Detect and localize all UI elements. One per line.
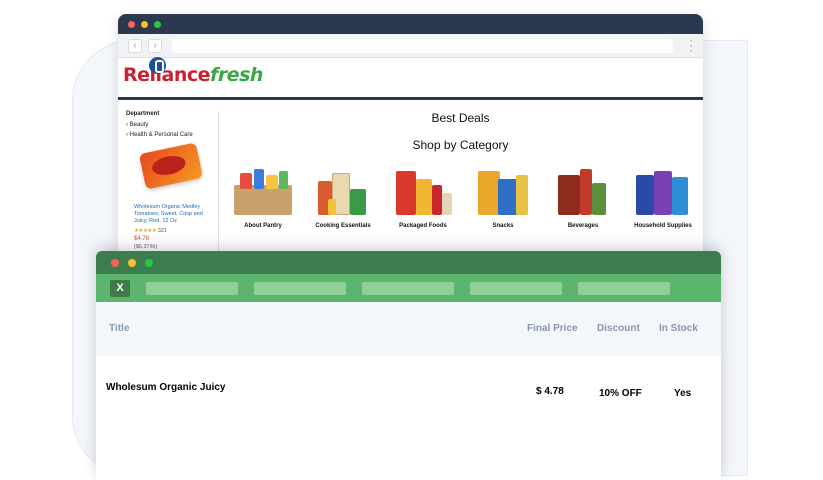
site-header: Reliancefresh (118, 57, 703, 100)
minimize-dot-icon[interactable] (141, 20, 148, 28)
maximize-dot-icon[interactable] (154, 20, 161, 28)
household-supplies-icon (630, 164, 696, 219)
url-input[interactable] (172, 38, 673, 53)
close-dot-icon[interactable] (128, 20, 135, 28)
category-beverages[interactable]: Beverages (543, 164, 623, 229)
category-list: About Pantry Cooking Essentials Packaged… (223, 164, 703, 229)
toolbar-placeholder[interactable] (146, 281, 238, 295)
toolbar-placeholder[interactable] (254, 281, 346, 295)
sidebar-heading: Department (126, 111, 160, 117)
category-household-supplies[interactable]: Household Supplies (623, 164, 703, 229)
beverages-icon (550, 164, 616, 219)
featured-product-link[interactable]: Wholesum Organic Medley Tomatoes, Sweet,… (134, 204, 214, 225)
cell-in-stock: Yes (674, 388, 692, 399)
cell-discount: 10% OFF (599, 388, 642, 399)
table-row[interactable]: Wholesum Organic Juicy $ 4.78 10% OFF Ye… (96, 356, 721, 480)
sidebar-item-health[interactable]: ‹ Health & Personal Care (126, 132, 218, 138)
cell-final-price: $ 4.78 (536, 386, 564, 397)
toolbar-placeholder[interactable] (470, 281, 562, 295)
minimize-dot-icon[interactable] (128, 258, 136, 267)
sidebar-divider (218, 111, 219, 261)
packaged-foods-icon (390, 164, 456, 219)
category-cooking-essentials[interactable]: Cooking Essentials (303, 164, 383, 229)
table-header: Title Final Price Discount In Stock (96, 302, 721, 356)
maximize-dot-icon[interactable] (145, 258, 153, 267)
featured-product-unit-price: ($6.37/lb) (134, 244, 158, 250)
pantry-box-icon (230, 164, 296, 219)
spreadsheet-title-bar (96, 251, 721, 274)
column-header-discount[interactable]: Discount (597, 323, 640, 334)
featured-product-rating[interactable]: ★★★★★ 321 (134, 228, 167, 234)
category-label: Cooking Essentials (315, 223, 371, 229)
category-label: Snacks (492, 223, 514, 229)
toolbar-placeholder[interactable] (578, 281, 670, 295)
category-label: Beverages (567, 223, 599, 229)
featured-product-image[interactable] (136, 142, 206, 192)
star-rating-icon: ★★★★★ (134, 228, 157, 234)
column-header-final-price[interactable]: Final Price (527, 323, 578, 334)
reliance-logo-icon (149, 57, 166, 74)
snacks-icon (470, 164, 536, 219)
category-label: About Pantry (244, 223, 282, 229)
spreadsheet-toolbar: X (96, 274, 721, 302)
browser-title-bar (118, 14, 703, 34)
featured-product-price: $4.78 (134, 236, 150, 242)
address-bar-row: ‹ › · · · (118, 34, 703, 58)
category-label: Household Supplies (634, 223, 692, 229)
logo-part-reliance: Reliance (123, 64, 211, 86)
logo-part-fresh: fresh (210, 64, 263, 86)
column-header-in-stock[interactable]: In Stock (659, 323, 698, 334)
department-sidebar: Department ‹ Beauty ‹ Health & Personal … (126, 111, 218, 142)
stage: ‹ › · · · Reliancefresh Department ‹ Beaut… (0, 0, 823, 480)
forward-icon[interactable]: › (148, 38, 162, 53)
site-logo[interactable]: Reliancefresh (123, 64, 263, 86)
sidebar-item-label: Health & Personal Care (129, 132, 193, 138)
close-dot-icon[interactable] (111, 258, 119, 267)
tomato-pack-icon (138, 142, 204, 190)
shop-by-category-heading: Shop by Category (412, 138, 509, 152)
category-snacks[interactable]: Snacks (463, 164, 543, 229)
cooking-essentials-icon (310, 164, 376, 219)
back-icon[interactable]: ‹ (128, 38, 142, 53)
category-packaged-foods[interactable]: Packaged Foods (383, 164, 463, 229)
sidebar-item-beauty[interactable]: ‹ Beauty (126, 122, 218, 128)
excel-app-icon: X (110, 279, 130, 297)
rating-count: 321 (157, 228, 167, 234)
spreadsheet-window: X Title Final Price Discount In Stock Wh… (96, 251, 721, 480)
toolbar-placeholder[interactable] (362, 281, 454, 295)
cell-title: Wholesum Organic Juicy (106, 382, 226, 393)
category-label: Packaged Foods (399, 223, 447, 229)
sidebar-item-label: Beauty (129, 122, 149, 128)
more-menu-icon[interactable]: · · · (689, 34, 693, 56)
best-deals-heading: Best Deals (431, 111, 490, 125)
category-about-pantry[interactable]: About Pantry (223, 164, 303, 229)
column-header-title[interactable]: Title (109, 323, 129, 334)
